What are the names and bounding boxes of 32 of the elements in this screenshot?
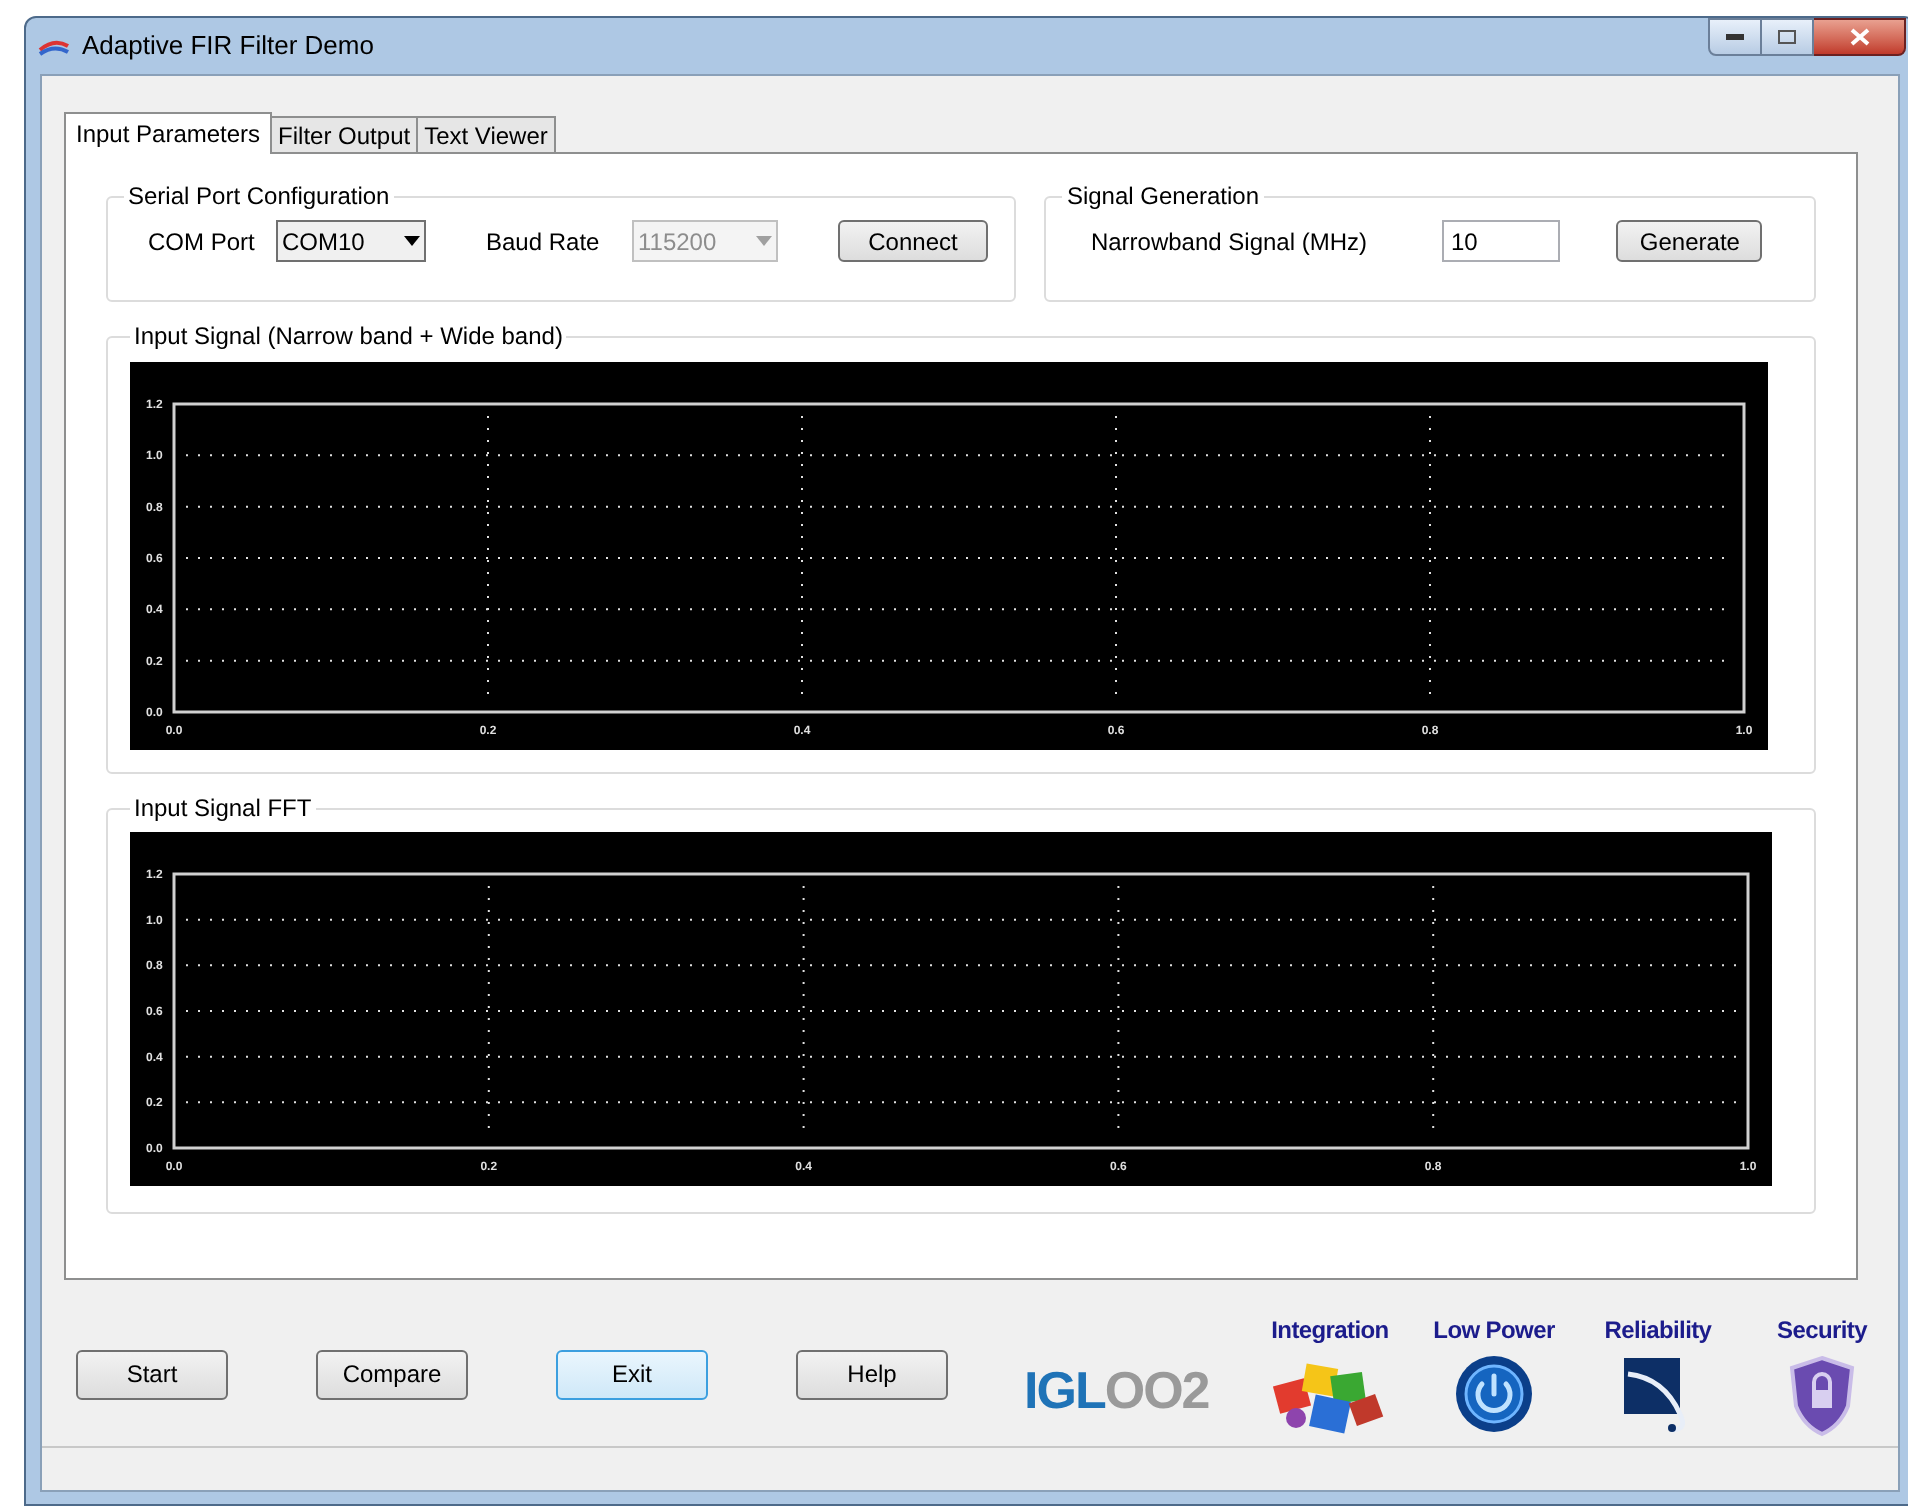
field-label: COM Port xyxy=(148,225,257,259)
window-title: Adaptive FIR Filter Demo xyxy=(82,28,374,65)
tab[interactable]: Text Viewer xyxy=(418,116,556,152)
feature-label: Integration xyxy=(1271,1313,1389,1347)
action-button[interactable]: Compare xyxy=(316,1349,468,1399)
tab[interactable]: Input Parameters xyxy=(64,112,273,154)
generate-button[interactable]: Generate xyxy=(1616,220,1763,262)
com-port-dropdown[interactable]: COM10 xyxy=(276,220,426,262)
power-icon xyxy=(1454,1353,1534,1433)
feature-label: Low Power xyxy=(1433,1313,1555,1347)
caret-icon xyxy=(756,236,772,246)
shield-icon xyxy=(1788,1353,1856,1437)
group-title: Input Signal FFT xyxy=(132,792,314,826)
close-icon xyxy=(1849,28,1869,46)
close-button[interactable] xyxy=(1814,18,1906,56)
group-title: Serial Port Configuration xyxy=(126,180,392,214)
action-button[interactable]: Start xyxy=(76,1349,228,1399)
connect-button[interactable]: Connect xyxy=(838,220,988,262)
logo-text: IGLOO2 xyxy=(1024,1358,1209,1424)
tab[interactable]: Filter Output xyxy=(272,116,419,152)
action-button[interactable]: Exit xyxy=(556,1349,708,1399)
group-title: Input Signal (Narrow band + Wide band) xyxy=(132,320,565,354)
field-label: Baud Rate xyxy=(486,225,602,259)
input-field[interactable]: 10 xyxy=(1442,220,1561,262)
action-button[interactable]: Help xyxy=(796,1349,948,1399)
field-label: Narrowband Signal (MHz) xyxy=(1090,225,1369,259)
feature-label: Security xyxy=(1777,1313,1867,1347)
group-title: Signal Generation xyxy=(1064,180,1262,214)
maximize-button[interactable] xyxy=(1762,18,1814,56)
caret-icon xyxy=(404,236,420,246)
feature-label: Reliability xyxy=(1604,1313,1712,1347)
minimize-button[interactable] xyxy=(1708,18,1762,56)
